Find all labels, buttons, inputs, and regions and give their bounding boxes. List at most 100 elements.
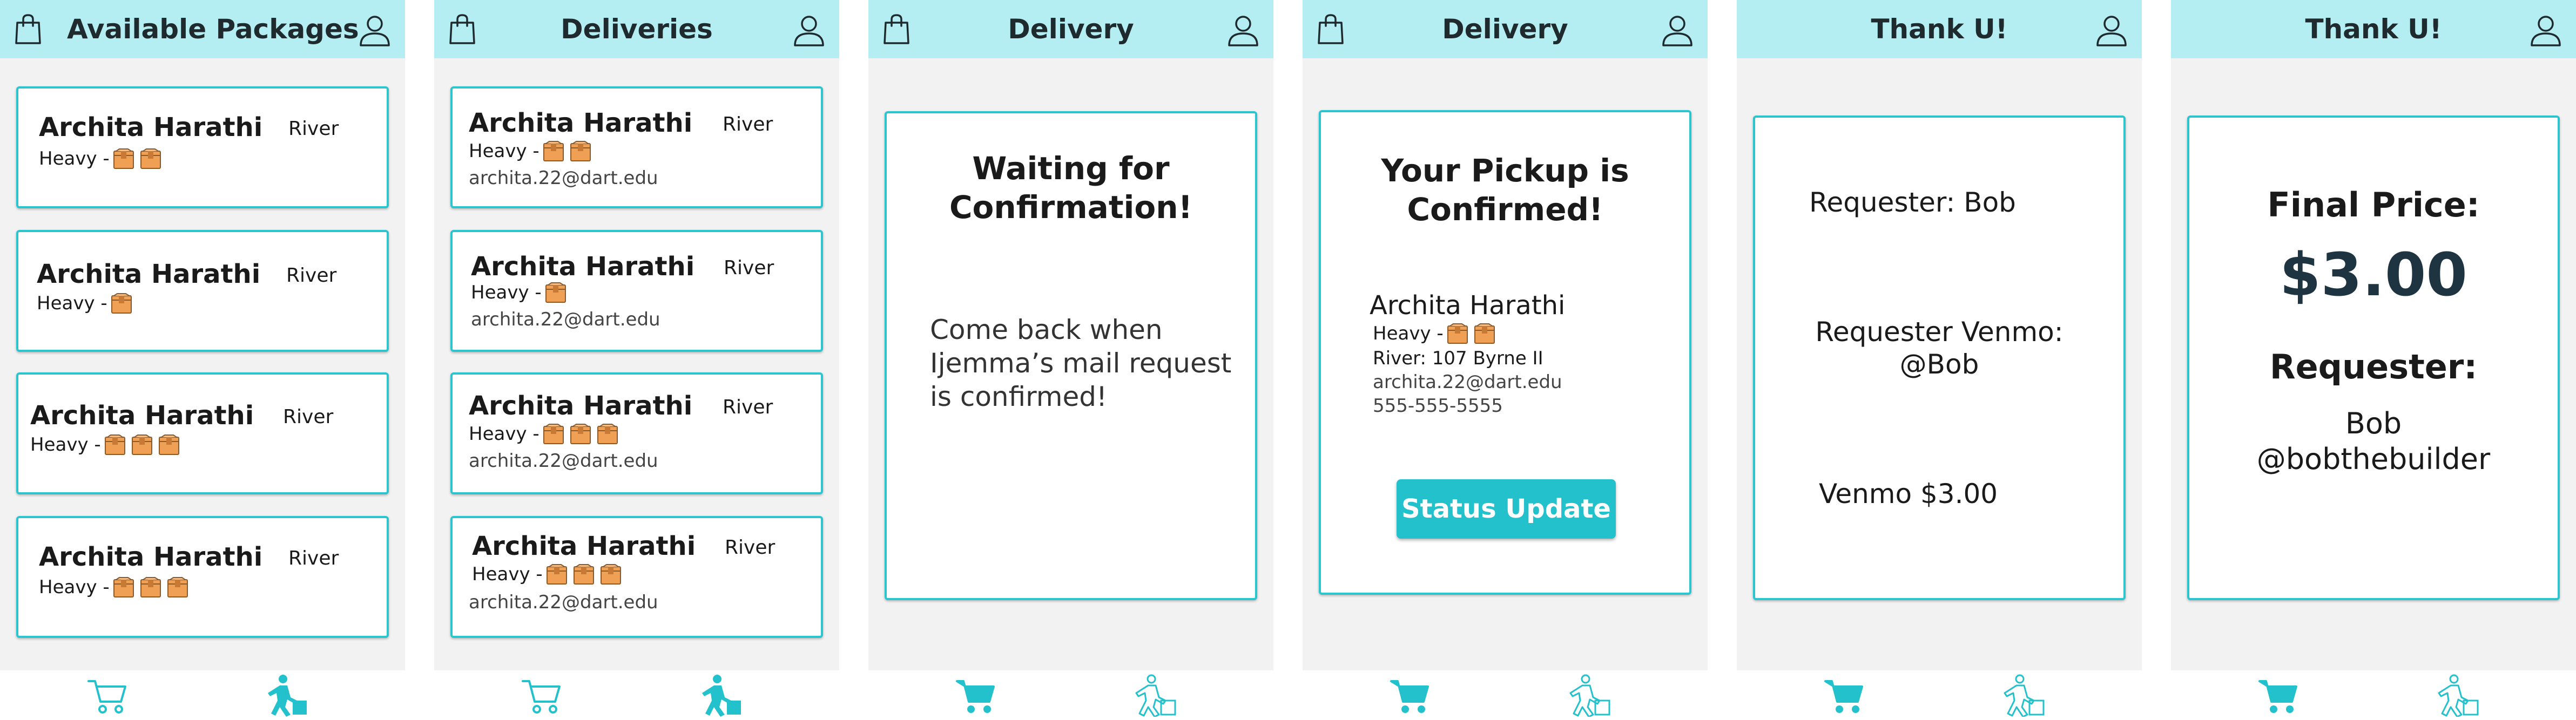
package-box-icon <box>140 576 161 598</box>
package-card[interactable]: Archita Harathi River Heavy - <box>16 230 389 352</box>
package-box-icon <box>111 293 132 314</box>
confirmed-card: Your Pickup is Confirmed! Archita Harath… <box>1319 110 1691 595</box>
weight-row: Heavy - <box>469 140 597 162</box>
delivery-card[interactable]: Archita Harathi River Heavy - archita.22… <box>450 372 823 494</box>
courier-icon[interactable] <box>698 674 743 717</box>
email-label: archita.22@dart.edu <box>469 167 658 189</box>
screen-available-packages: Available Packages Archita Harathi River… <box>0 0 405 720</box>
weight-label: Heavy - <box>471 282 542 303</box>
user-profile-icon[interactable] <box>2528 13 2563 47</box>
cart-icon[interactable] <box>1389 678 1431 715</box>
weight-row: Heavy - <box>472 563 627 585</box>
package-card[interactable]: Archita Harathi River Heavy - <box>16 372 389 494</box>
app-header: Delivery <box>868 0 1273 58</box>
weight-label: Heavy - <box>30 434 101 456</box>
requester-name: Archita Harathi <box>469 391 693 421</box>
package-box-icon <box>546 563 568 585</box>
app-header: Delivery <box>1303 0 1708 58</box>
venmo-amount: Venmo $3.00 <box>1819 478 1998 510</box>
package-card[interactable]: Archita Harathi River Heavy - <box>16 86 389 208</box>
cart-icon[interactable] <box>2257 678 2299 715</box>
weight-label: Heavy - <box>37 293 107 314</box>
package-box-icon <box>1447 323 1468 344</box>
email-label: archita.22@dart.edu <box>1373 371 1562 393</box>
weight-row: Heavy - <box>1370 323 1501 344</box>
requester-name: Archita Harathi <box>30 400 254 431</box>
package-box-icon <box>597 423 618 445</box>
delivery-card[interactable]: Archita Harathi River Heavy - archita.22… <box>450 230 823 352</box>
location-label: River <box>286 264 337 287</box>
page-title: Available Packages <box>67 13 359 45</box>
user-profile-icon[interactable] <box>1660 13 1695 47</box>
final-price-label: Final Price: <box>2267 185 2480 225</box>
cart-icon[interactable] <box>86 678 129 715</box>
bottom-nav <box>1737 670 2142 720</box>
package-box-icon <box>1474 323 1495 344</box>
courier-icon[interactable] <box>264 674 309 717</box>
cart-icon[interactable] <box>1823 678 1865 715</box>
app-header: Deliveries <box>434 0 839 58</box>
package-box-icon <box>140 148 161 169</box>
user-profile-icon[interactable] <box>358 13 392 47</box>
location-label: River <box>724 257 774 279</box>
waiting-card: Waiting for Confirmation! Come back when… <box>885 111 1257 600</box>
requester-name: Archita Harathi <box>469 108 693 138</box>
waiting-heading: Waiting for Confirmation! <box>949 150 1193 226</box>
location-label: River <box>283 406 334 428</box>
courier-icon[interactable] <box>1566 674 1611 717</box>
bottom-nav <box>434 670 839 720</box>
page-title: Delivery <box>1008 13 1134 45</box>
screen-thank-you-price: Thank U! Final Price: $3.00 Requester: B… <box>2171 0 2576 720</box>
venmo-label: Requester Venmo: <box>1815 316 2064 348</box>
status-update-button[interactable]: Status Update <box>1397 479 1616 539</box>
app-header: Thank U! <box>2171 0 2576 58</box>
package-box-icon <box>570 140 591 162</box>
page-title: Delivery <box>1442 13 1568 45</box>
requester-name: Archita Harathi <box>471 252 695 282</box>
requester-name: Bob <box>2345 406 2402 440</box>
delivery-card[interactable]: Archita Harathi River Heavy - archita.22… <box>450 516 823 638</box>
requester-name: Archita Harathi <box>39 542 263 572</box>
weight-row: Heavy - <box>471 282 572 303</box>
requester-name: Archita Harathi <box>472 531 696 561</box>
package-box-icon <box>167 576 188 598</box>
page-title: Thank U! <box>1871 13 2008 45</box>
cart-icon[interactable] <box>521 678 563 715</box>
weight-label: Heavy - <box>39 148 110 169</box>
requester-name: Archita Harathi <box>39 112 263 142</box>
package-box-icon <box>104 434 126 456</box>
cart-icon[interactable] <box>955 678 997 715</box>
courier-icon[interactable] <box>2435 674 2480 717</box>
bottom-nav <box>0 670 405 720</box>
requester-label: Requester: Bob <box>1809 187 2016 218</box>
weight-row: Heavy - <box>469 423 624 445</box>
email-label: archita.22@dart.edu <box>471 309 660 330</box>
courier-icon[interactable] <box>1132 674 1177 717</box>
weight-label: Heavy - <box>469 423 540 445</box>
user-profile-icon[interactable] <box>2094 13 2129 47</box>
confirmed-heading: Your Pickup is Confirmed! <box>1381 152 1629 228</box>
payment-card: Requester: Bob Requester Venmo: @Bob Ven… <box>1753 116 2126 600</box>
package-box-icon <box>131 434 153 456</box>
bottom-nav <box>1303 670 1708 720</box>
courier-icon[interactable] <box>2000 674 2046 717</box>
location-label: River <box>725 536 776 559</box>
weight-label: Heavy - <box>469 140 540 162</box>
weight-row: Heavy - <box>39 576 194 598</box>
requester-name: Archita Harathi <box>37 259 261 289</box>
phone-label: 555-555-5555 <box>1373 395 1503 417</box>
bottom-nav <box>868 670 1273 720</box>
final-price-value: $3.00 <box>2280 240 2467 309</box>
delivery-card[interactable]: Archita Harathi River Heavy - archita.22… <box>450 86 823 208</box>
weight-row: Heavy - <box>39 148 167 169</box>
final-price-card: Final Price: $3.00 Requester: Bob @bobth… <box>2187 116 2560 600</box>
weight-row: Heavy - <box>30 434 185 456</box>
address-label: River: 107 Byrne II <box>1373 348 1543 369</box>
package-card[interactable]: Archita Harathi River Heavy - <box>16 516 389 638</box>
user-profile-icon[interactable] <box>792 13 826 47</box>
weight-label: Heavy - <box>472 563 543 585</box>
location-label: River <box>288 547 339 569</box>
app-header: Thank U! <box>1737 0 2142 58</box>
package-box-icon <box>158 434 180 456</box>
user-profile-icon[interactable] <box>1226 13 1260 47</box>
